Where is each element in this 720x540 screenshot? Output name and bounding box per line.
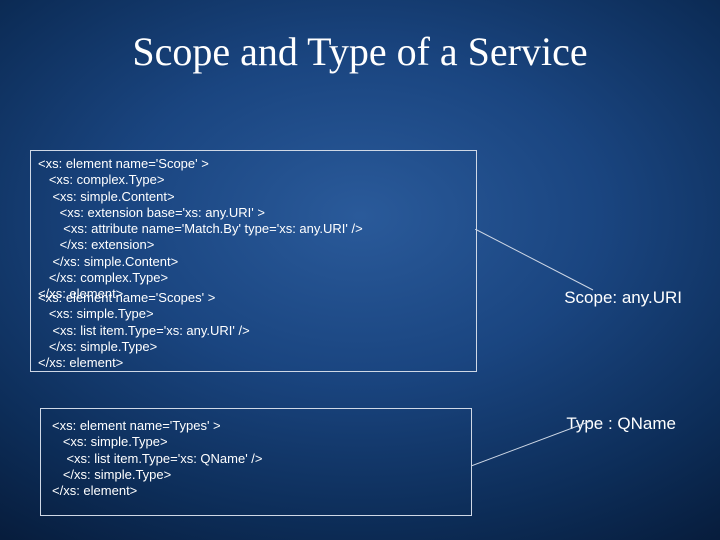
code-types-element: <xs: element name='Types' > <xs: simple.… (52, 418, 263, 499)
label-type: Type : QName (566, 414, 676, 434)
label-scope: Scope: any.URI (564, 288, 682, 308)
slide-title: Scope and Type of a Service (0, 28, 720, 75)
code-scope-element: <xs: element name='Scope' > <xs: complex… (38, 156, 363, 302)
code-scopes-element: <xs: element name='Scopes' > <xs: simple… (38, 290, 250, 371)
